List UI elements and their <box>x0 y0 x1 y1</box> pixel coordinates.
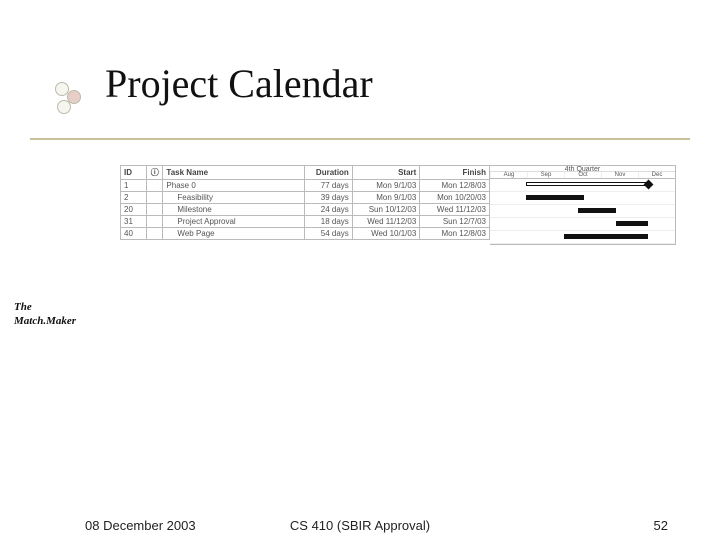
task-name: Web Page <box>163 228 305 240</box>
gantt-row <box>490 179 675 192</box>
task-table: ID ⓘ Task Name Duration Start Finish 1 P… <box>120 165 490 240</box>
col-task-name: Task Name <box>163 166 305 180</box>
table-row: 2 Feasibility 39 days Mon 9/1/03 Mon 10/… <box>121 192 490 204</box>
gantt-body <box>490 179 675 244</box>
table-row: 20 Milestone 24 days Sun 10/12/03 Wed 11… <box>121 204 490 216</box>
gantt-task-bar <box>578 208 616 213</box>
page-title: Project Calendar <box>105 60 373 107</box>
side-brand: The Match.Maker <box>14 300 76 329</box>
title-bullet-graphic <box>55 82 95 122</box>
gantt-row <box>490 192 675 205</box>
task-name: Phase 0 <box>163 180 305 192</box>
table-row: 31 Project Approval 18 days Wed 11/12/03… <box>121 216 490 228</box>
schedule-block: ID ⓘ Task Name Duration Start Finish 1 P… <box>120 165 678 245</box>
title-underline <box>30 138 690 140</box>
gantt-row <box>490 205 675 218</box>
info-icon: ⓘ <box>151 168 159 177</box>
col-finish: Finish <box>420 166 490 180</box>
side-brand-line1: The <box>14 300 76 314</box>
gantt-row <box>490 231 675 244</box>
footer-center: CS 410 (SBIR Approval) <box>0 518 720 533</box>
gantt-row <box>490 218 675 231</box>
task-name: Project Approval <box>163 216 305 228</box>
gantt-task-bar <box>526 195 584 200</box>
col-duration: Duration <box>304 166 352 180</box>
col-start: Start <box>352 166 419 180</box>
task-name: Feasibility <box>163 192 305 204</box>
table-row: 1 Phase 0 77 days Mon 9/1/03 Mon 12/8/03 <box>121 180 490 192</box>
col-info-icon: ⓘ <box>147 166 163 180</box>
gantt-task-bar <box>616 221 648 226</box>
col-id: ID <box>121 166 147 180</box>
gantt-chart: 4th Quarter Aug Sep Oct Nov Dec <box>490 165 676 245</box>
table-header-row: ID ⓘ Task Name Duration Start Finish <box>121 166 490 180</box>
gantt-months: Aug Sep Oct Nov Dec <box>490 172 675 178</box>
gantt-header: 4th Quarter Aug Sep Oct Nov Dec <box>490 166 675 179</box>
gantt-task-bar <box>564 234 648 239</box>
side-brand-line2: Match.Maker <box>14 314 76 328</box>
gantt-summary-bar <box>526 182 648 186</box>
footer-page: 52 <box>654 518 668 533</box>
table-row: 40 Web Page 54 days Wed 10/1/03 Mon 12/8… <box>121 228 490 240</box>
task-name: Milestone <box>163 204 305 216</box>
diamond-icon <box>644 180 654 190</box>
